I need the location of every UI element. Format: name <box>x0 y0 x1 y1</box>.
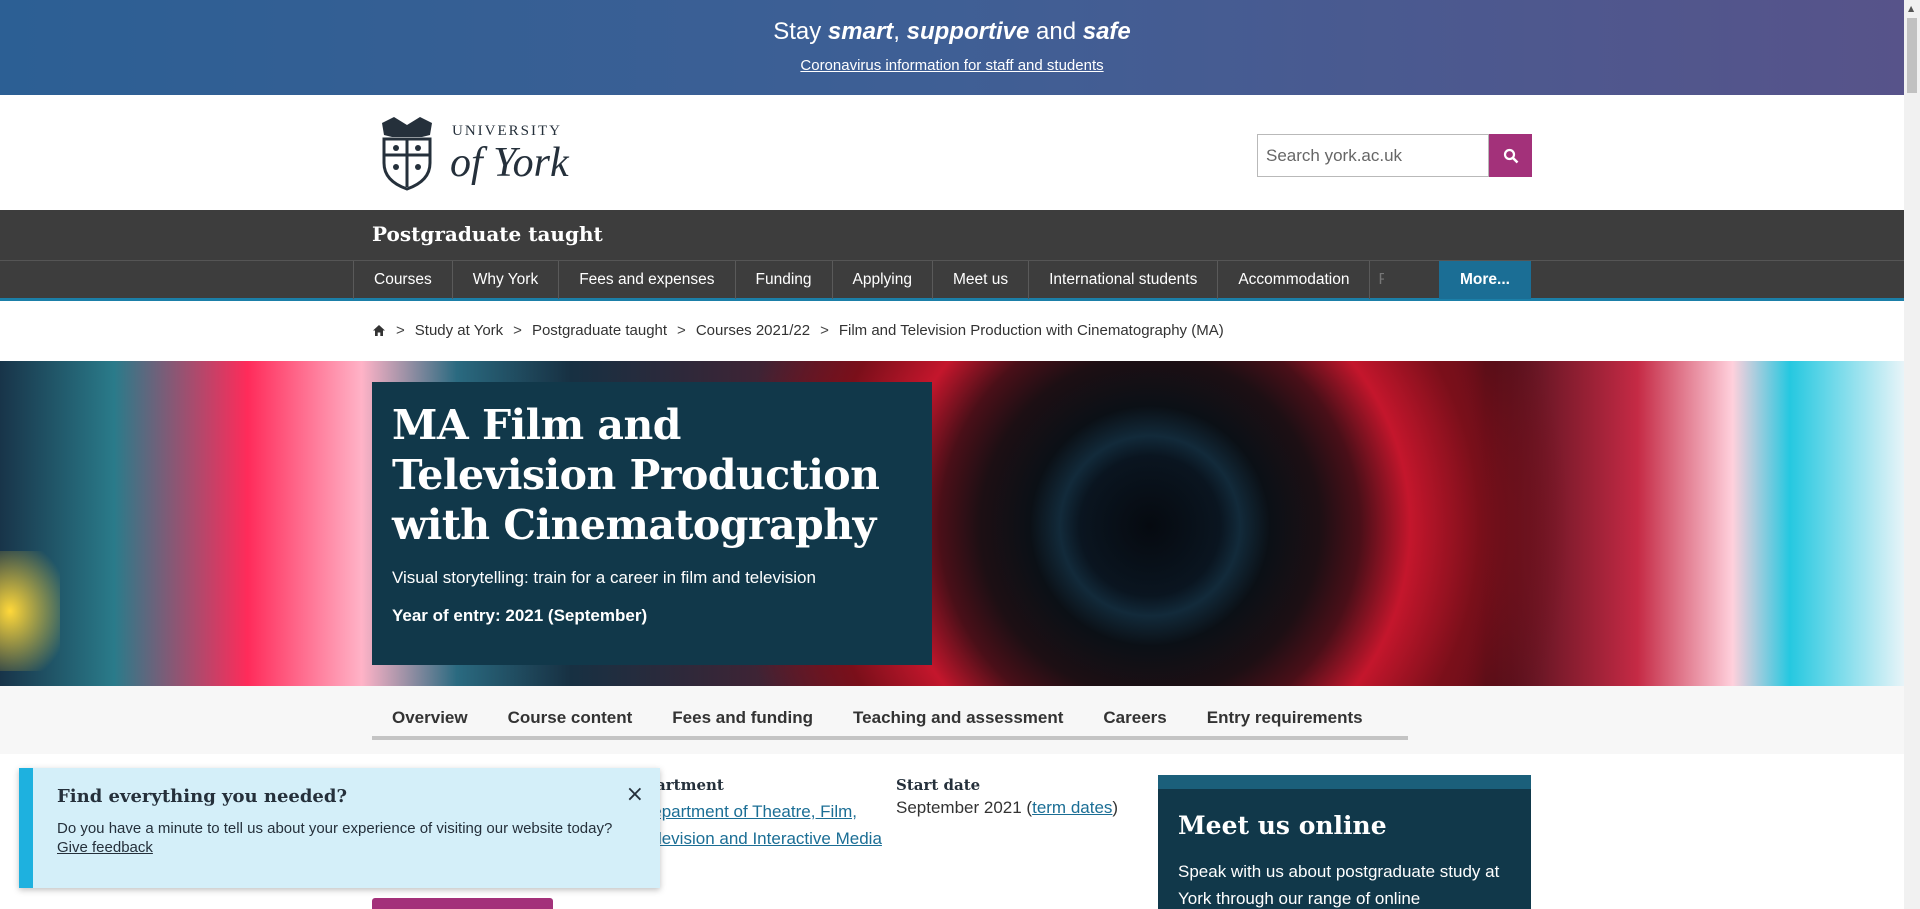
logo-york-text: of York <box>450 140 569 186</box>
start-date-label: Start date <box>896 776 981 794</box>
page-title: MA Film and Television Production with C… <box>392 401 880 549</box>
tab-entry-requirements[interactable]: Entry requirements <box>1187 702 1383 734</box>
university-logo[interactable]: UNIVERSITY of York <box>372 115 572 191</box>
breadcrumb-study-at-york[interactable]: Study at York <box>415 322 503 339</box>
meet-us-online-card: Meet us online Speak with us about postg… <box>1158 775 1531 909</box>
breadcrumb-postgraduate-taught[interactable]: Postgraduate taught <box>532 322 667 339</box>
tab-fees-and-funding[interactable]: Fees and funding <box>652 702 833 734</box>
nav-item-courses[interactable]: Courses <box>353 261 453 299</box>
nav-item-fees[interactable]: Fees and expenses <box>559 261 736 299</box>
meet-us-text: Speak with us about postgraduate study a… <box>1178 862 1500 908</box>
nav-item-why-york[interactable]: Why York <box>453 261 560 299</box>
tab-overview[interactable]: Overview <box>372 702 488 734</box>
tab-careers[interactable]: Careers <box>1083 702 1186 734</box>
nav-item-funding[interactable]: Funding <box>736 261 833 299</box>
scrollbar-thumb[interactable] <box>1907 18 1917 93</box>
hero-subtitle: Visual storytelling: train for a career … <box>392 568 816 587</box>
site-header: UNIVERSITY of York Search york.ac.uk <box>0 95 1904 210</box>
department-link[interactable]: Department of Theatre, Film, Television … <box>640 798 885 852</box>
section-bar: Postgraduate taught <box>0 210 1904 260</box>
term-dates-link[interactable]: term dates <box>1032 798 1112 817</box>
search-input[interactable]: Search york.ac.uk <box>1257 134 1489 177</box>
breadcrumb-separator: > <box>820 322 829 339</box>
nav-item-clipped[interactable]: P <box>1370 261 1384 299</box>
nav-item-international[interactable]: International students <box>1029 261 1219 299</box>
close-icon[interactable]: × <box>626 782 644 807</box>
breadcrumb-separator: > <box>396 322 405 339</box>
start-date-value: September 2021 (term dates) <box>896 798 1119 817</box>
meet-us-title[interactable]: Meet us online <box>1178 811 1511 840</box>
tab-course-content[interactable]: Course content <box>488 702 653 734</box>
breadcrumb-current: Film and Television Production with Cine… <box>838 322 1224 339</box>
search-button[interactable] <box>1489 134 1532 177</box>
search-placeholder: Search york.ac.uk <box>1266 145 1403 165</box>
nav-item-meet-us[interactable]: Meet us <box>933 261 1030 299</box>
hero-light-flare <box>0 551 60 671</box>
crest-icon <box>382 117 432 191</box>
breadcrumb-courses[interactable]: Courses 2021/22 <box>696 322 810 339</box>
scroll-up-icon[interactable]: ▲ <box>1908 4 1914 13</box>
hero-card: MA Film and Television Production with C… <box>372 382 932 665</box>
main-nav: Courses Why York Fees and expenses Fundi… <box>0 260 1904 301</box>
covid-banner: Stay smart, supportive and safe Coronavi… <box>0 0 1904 95</box>
feedback-text: Do you have a minute to tell us about yo… <box>57 820 613 856</box>
banner-title: Stay smart, supportive and safe <box>773 18 1131 45</box>
nav-more-button[interactable]: More... <box>1439 261 1531 299</box>
scrollbar[interactable]: ▲ <box>1904 0 1920 909</box>
breadcrumb-separator: > <box>677 322 686 339</box>
apply-button[interactable] <box>372 898 553 909</box>
feedback-title: Find everything you needed? <box>57 786 348 807</box>
feedback-popup: Find everything you needed? Do you have … <box>19 768 660 888</box>
nav-item-applying[interactable]: Applying <box>833 261 933 299</box>
breadcrumb-separator: > <box>513 322 522 339</box>
year-of-entry: Year of entry: 2021 (September) <box>392 606 648 625</box>
section-title[interactable]: Postgraduate taught <box>372 222 603 246</box>
nav-item-accommodation[interactable]: Accommodation <box>1218 261 1371 299</box>
give-feedback-link[interactable]: Give feedback <box>57 839 153 856</box>
logo-university-text: UNIVERSITY <box>452 123 562 139</box>
search-icon <box>1503 148 1518 163</box>
hero-banner: MA Film and Television Production with C… <box>0 361 1904 686</box>
breadcrumb: > Study at York > Postgraduate taught > … <box>372 322 1224 339</box>
coronavirus-info-link[interactable]: Coronavirus information for staff and st… <box>0 57 1904 74</box>
course-tabs: Overview Course content Fees and funding… <box>372 702 1408 740</box>
home-icon[interactable] <box>372 324 386 337</box>
tab-teaching-and-assessment[interactable]: Teaching and assessment <box>833 702 1083 734</box>
